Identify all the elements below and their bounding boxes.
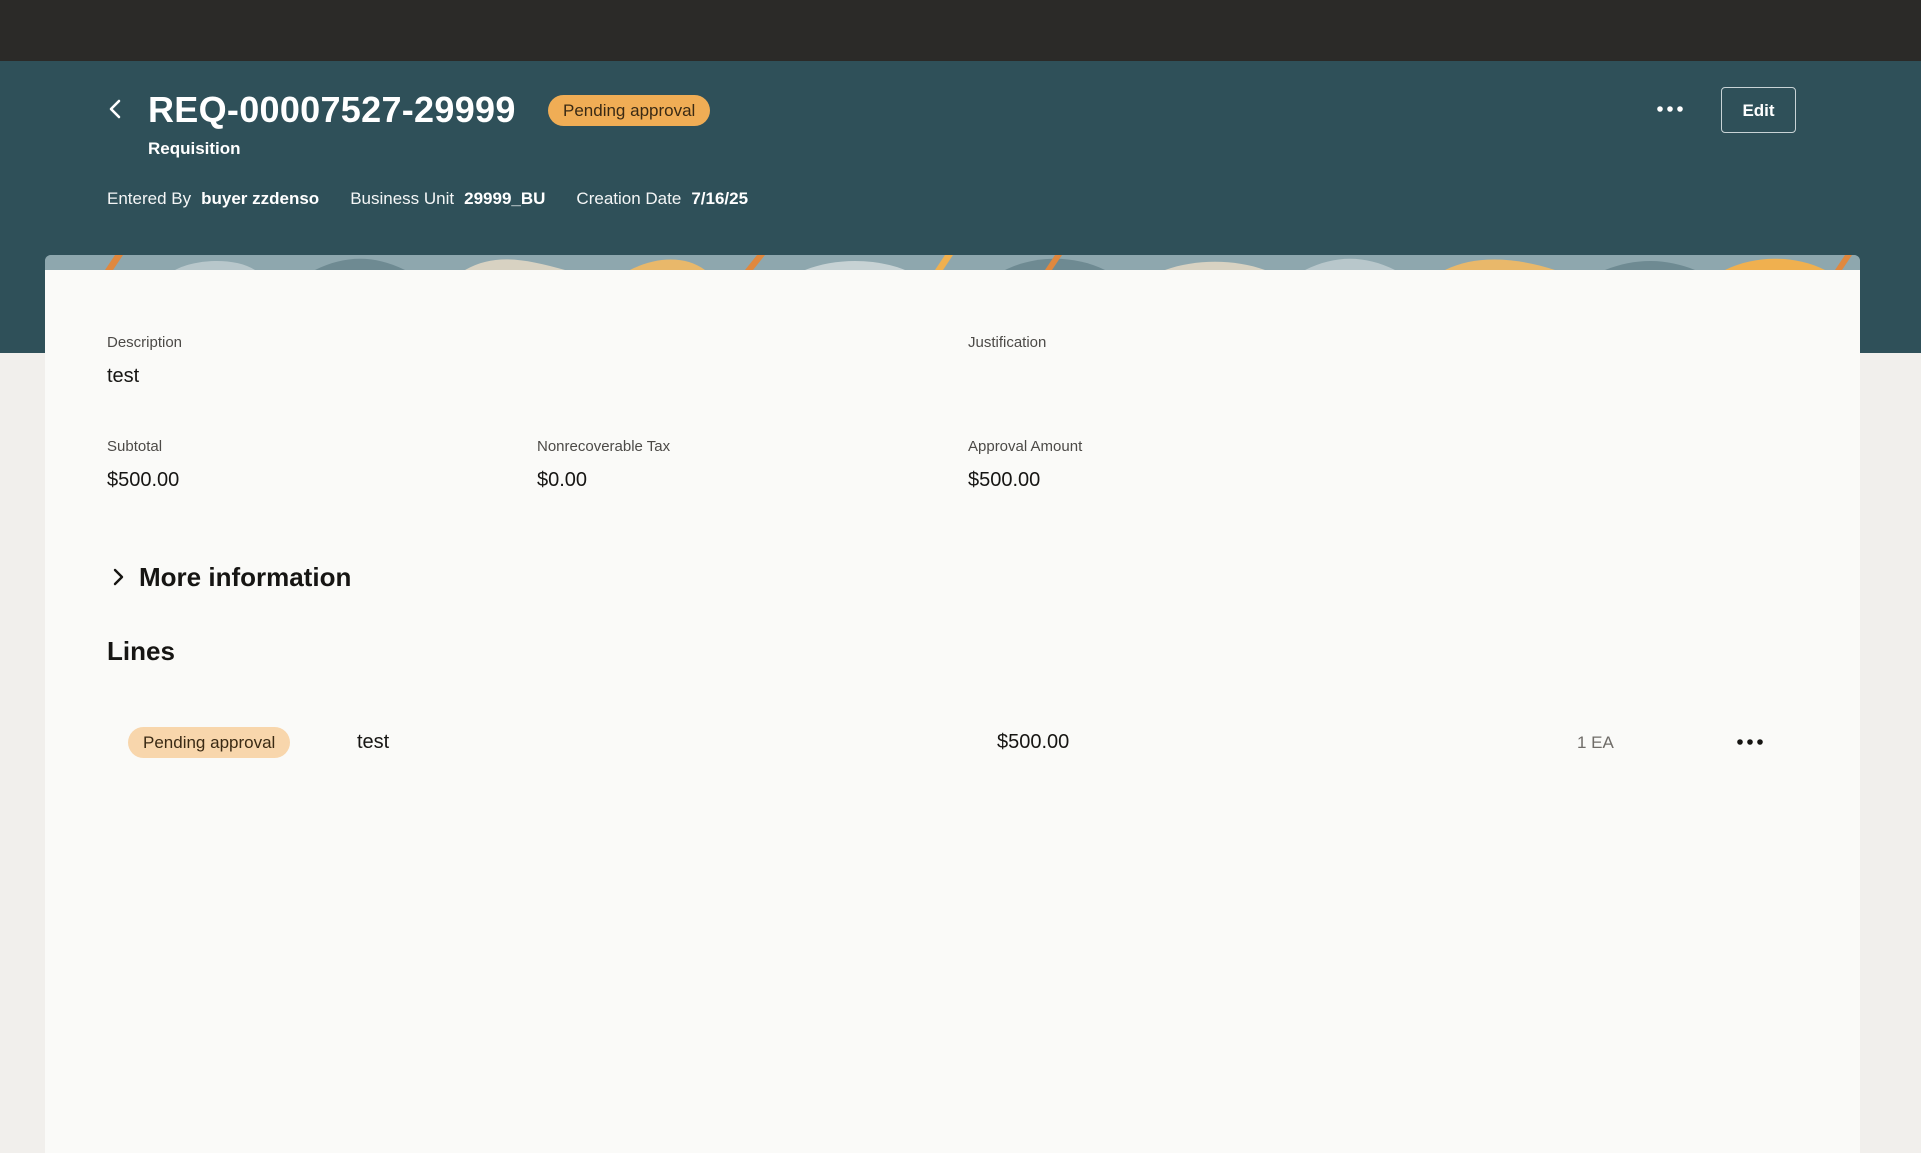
decorative-banner: [45, 255, 1860, 270]
ellipsis-icon: [1737, 739, 1763, 745]
chevron-left-icon: [109, 99, 121, 119]
page-title: REQ-00007527-29999: [148, 89, 516, 130]
header-more-actions-button[interactable]: [1656, 92, 1684, 126]
subtotal-value: $500.00: [107, 469, 180, 491]
back-button[interactable]: [98, 92, 132, 126]
more-information-label: More information: [139, 562, 352, 592]
subtotal-label: Subtotal: [107, 438, 163, 455]
line-status-badge: Pending approval: [128, 727, 291, 758]
more-information-toggle[interactable]: More information: [107, 560, 351, 594]
line-more-actions-button[interactable]: [1732, 726, 1768, 758]
line-description: test: [357, 731, 390, 753]
meta-entered-by: Entered By buyer zzdenso: [107, 186, 319, 212]
line-amount: $500.00: [997, 731, 1070, 753]
header-meta: Entered By buyer zzdenso Business Unit 299…: [107, 186, 748, 212]
lines-section-title: Lines: [107, 636, 175, 666]
global-top-bar: [0, 0, 1921, 61]
meta-label: Business Unit: [350, 189, 455, 208]
meta-business-unit: Business Unit 29999_BU: [350, 186, 545, 212]
chevron-right-icon: [107, 566, 129, 588]
meta-value: 29999_BU: [464, 189, 546, 208]
meta-value: 7/16/25: [691, 189, 749, 208]
nonrecoverable-tax-value: $0.00: [537, 469, 588, 491]
meta-label: Creation Date: [576, 189, 682, 208]
line-item-row[interactable]: Pending approval test $500.00 1 EA: [107, 714, 1777, 770]
edit-button[interactable]: Edit: [1721, 87, 1796, 133]
meta-value: buyer zzdenso: [201, 189, 320, 208]
meta-label: Entered By: [107, 189, 192, 208]
nonrecoverable-tax-label: Nonrecoverable Tax: [537, 438, 671, 455]
justification-label: Justification: [968, 334, 1047, 351]
meta-creation-date: Creation Date 7/16/25: [576, 186, 748, 212]
status-badge: Pending approval: [548, 95, 711, 126]
approval-amount-label: Approval Amount: [968, 438, 1083, 455]
banner-pattern: [45, 255, 1860, 270]
page-subtitle: Requisition: [148, 139, 241, 158]
description-value: test: [107, 365, 140, 387]
line-quantity: 1 EA: [1577, 733, 1614, 752]
approval-amount-value: $500.00: [968, 469, 1041, 491]
ellipsis-icon: [1657, 106, 1683, 112]
description-label: Description: [107, 334, 183, 351]
details-panel: [45, 270, 1860, 1153]
